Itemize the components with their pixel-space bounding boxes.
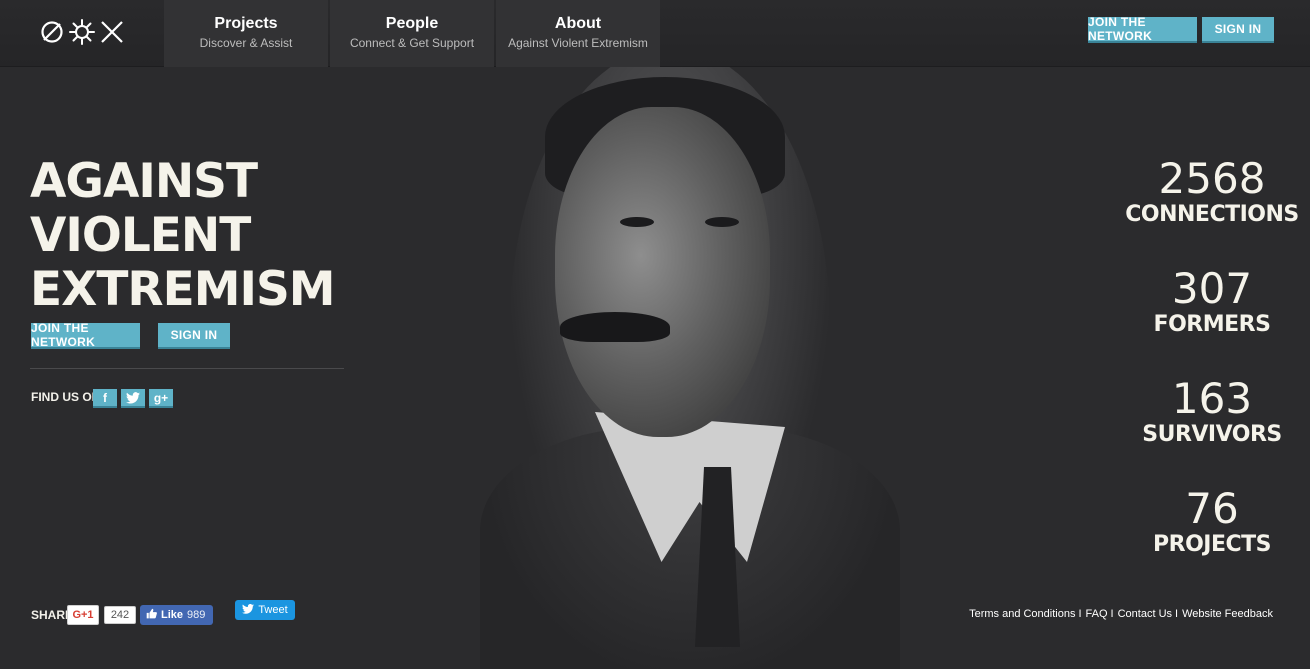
hero-divider	[30, 368, 344, 369]
portrait-eye	[620, 217, 654, 227]
tweet-label: Tweet	[258, 604, 288, 616]
footer-links: Terms and Conditions I FAQ I Contact Us …	[969, 608, 1273, 620]
nav-join-network-button[interactable]: JOIN THE NETWORK	[1088, 15, 1197, 43]
stat-value: 307	[1171, 264, 1253, 313]
stat-value: 76	[1185, 484, 1239, 533]
nav-item-title: Projects	[214, 15, 278, 32]
gplus-button[interactable]: G+1	[67, 605, 99, 625]
nav-item-subtitle: Against Violent Extremism	[508, 36, 648, 50]
nav-item-about[interactable]: About Against Violent Extremism	[496, 0, 660, 67]
footer-separator: I	[1110, 608, 1114, 620]
nav-item-subtitle: Connect & Get Support	[349, 36, 475, 50]
twitter-bird-icon	[242, 603, 255, 617]
stat-formers: 307 FORMERS	[1120, 266, 1304, 338]
stat-label: SURVIVORS	[1142, 422, 1282, 447]
nav-item-title: People	[385, 15, 439, 32]
hero-sign-in-button[interactable]: SIGN IN	[158, 323, 230, 349]
stat-survivors: 163 SURVIVORS	[1120, 376, 1304, 448]
hero-portrait-image	[420, 67, 940, 669]
footer-link-contact[interactable]: Contact Us	[1118, 608, 1172, 620]
tweet-button[interactable]: Tweet	[235, 600, 295, 620]
stat-value: 2568	[1158, 154, 1266, 203]
stat-connections: 2568 CONNECTIONS	[1120, 156, 1304, 228]
top-nav-bar: Projects Discover & Assist People Connec…	[0, 0, 1310, 67]
hero-join-network-button[interactable]: JOIN THE NETWORK	[31, 321, 140, 349]
portrait-mustache	[560, 312, 670, 342]
nav-sign-in-button[interactable]: SIGN IN	[1202, 17, 1274, 43]
footer-link-terms[interactable]: Terms and Conditions	[969, 608, 1075, 620]
footer-separator: I	[1078, 608, 1082, 620]
like-count: 989	[187, 609, 206, 621]
hero-title-line: AGAINST	[30, 154, 258, 209]
footer-link-faq[interactable]: FAQ	[1086, 608, 1108, 620]
footer-separator: I	[1175, 608, 1179, 620]
like-label: Like	[161, 609, 184, 621]
stat-projects: 76 PROJECTS	[1120, 486, 1304, 558]
footer-link-feedback[interactable]: Website Feedback	[1182, 608, 1273, 620]
stat-value: 163	[1171, 374, 1253, 423]
googleplus-icon[interactable]: g+	[149, 389, 173, 408]
starburst-icon	[69, 19, 95, 45]
twitter-icon[interactable]	[121, 389, 145, 408]
hero-title: AGAINST VIOLENT EXTREMISM	[30, 155, 360, 317]
facebook-icon[interactable]: f	[93, 389, 117, 408]
portrait-face	[555, 107, 770, 437]
facebook-like-button[interactable]: Like 989	[140, 605, 213, 625]
null-circle-icon	[40, 20, 64, 44]
stat-label: PROJECTS	[1153, 532, 1271, 557]
hero-title-line: EXTREMISM	[30, 262, 336, 317]
hero-title-line: VIOLENT	[30, 208, 251, 263]
gplus-count: 242	[104, 606, 136, 624]
x-cross-icon	[100, 20, 124, 44]
thumbs-up-icon	[146, 608, 157, 622]
nav-item-people[interactable]: People Connect & Get Support	[330, 0, 494, 67]
stat-label: FORMERS	[1153, 312, 1271, 337]
site-logo[interactable]	[40, 19, 124, 45]
nav-item-subtitle: Discover & Assist	[199, 36, 293, 50]
nav-item-projects[interactable]: Projects Discover & Assist	[164, 0, 328, 67]
stat-label: CONNECTIONS	[1125, 202, 1299, 227]
portrait-eye	[705, 217, 739, 227]
nav-item-title: About	[554, 15, 602, 32]
